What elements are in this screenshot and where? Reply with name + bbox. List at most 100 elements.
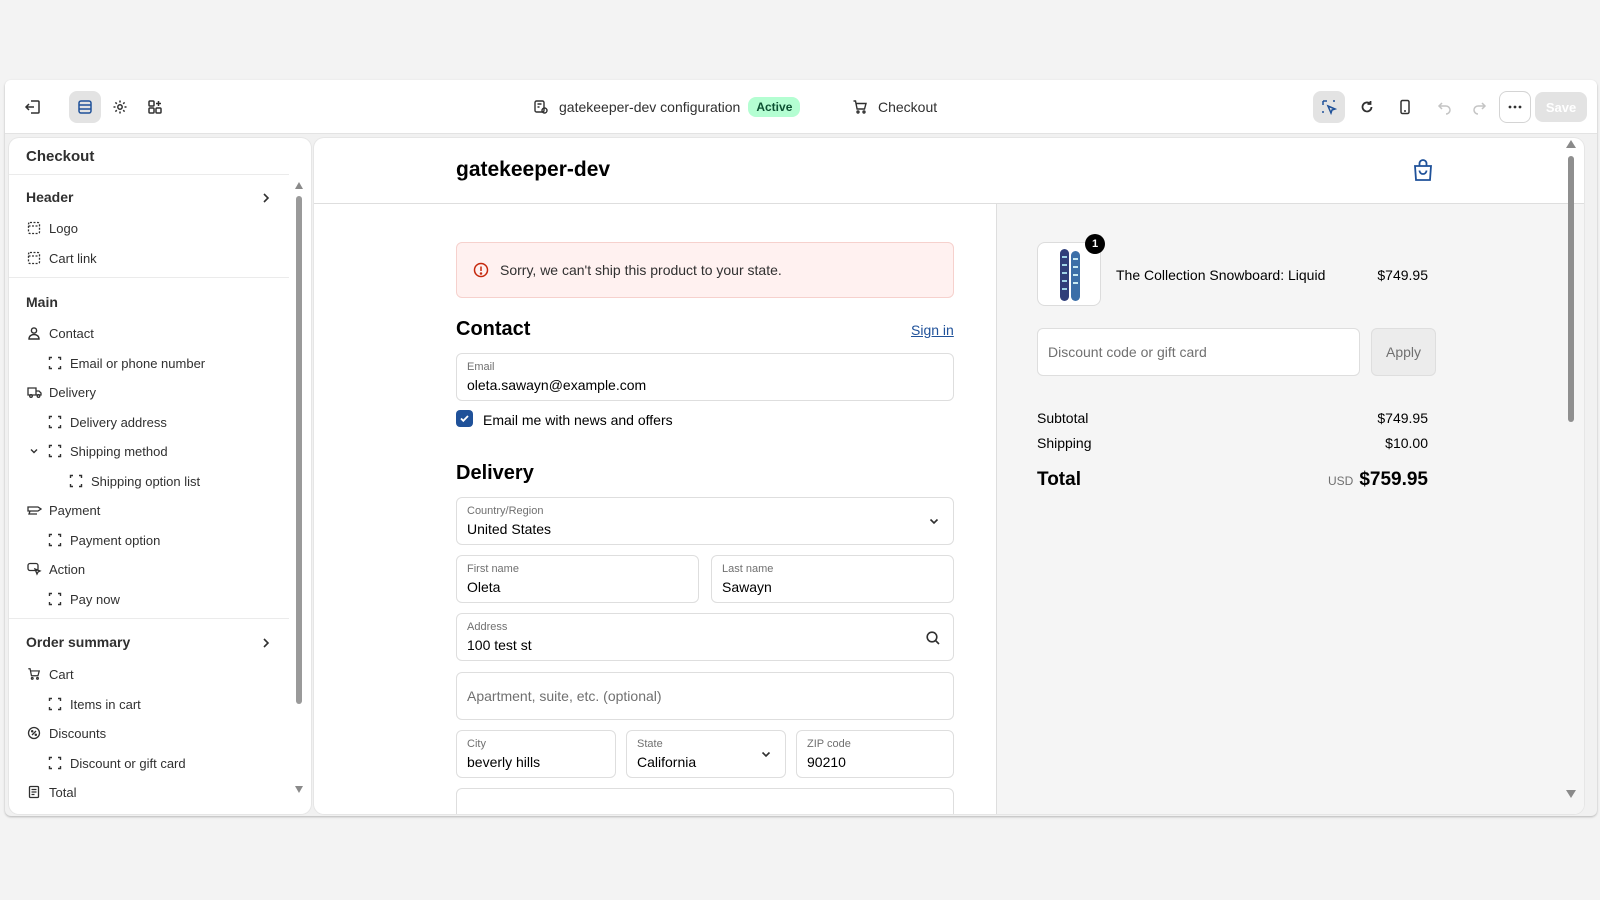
currency-code: USD	[1327, 474, 1354, 488]
inspector-icon[interactable]	[1313, 91, 1345, 123]
sidebar-item-cart[interactable]: Cart	[26, 664, 74, 684]
sidebar-title: Checkout	[26, 148, 95, 165]
apply-button[interactable]: Apply	[1371, 328, 1436, 376]
undo-icon[interactable]	[1429, 91, 1461, 123]
country-select[interactable]: Country/Region United States	[456, 497, 954, 545]
cursor-icon	[26, 561, 42, 577]
contact-heading: Contact	[456, 318, 531, 340]
editor-window: gatekeeper-dev configuration Active Chec…	[5, 80, 1597, 816]
frame-icon	[68, 473, 84, 489]
chevron-down-icon	[759, 747, 773, 766]
page-selector[interactable]: Checkout	[852, 80, 937, 134]
truck-icon	[26, 384, 42, 400]
product-price: $749.95	[1377, 267, 1428, 283]
first-name-field[interactable]: First name Oleta	[456, 555, 699, 603]
discount-icon	[26, 725, 42, 741]
sidebar-item-payment-option[interactable]: Payment option	[47, 530, 160, 550]
frame-icon	[47, 414, 63, 430]
sidebar-item-discount-or-gift-card[interactable]: Discount or gift card	[47, 753, 186, 773]
last-name-field[interactable]: Last name Sawayn	[711, 555, 954, 603]
person-icon	[26, 325, 42, 341]
product-name: The Collection Snowboard: Liquid	[1116, 267, 1326, 283]
sidebar-item-total[interactable]: Total	[26, 782, 76, 802]
sidebar-scrollbar[interactable]	[295, 182, 303, 802]
sidebar-item-cart-link[interactable]: Cart link	[26, 248, 97, 268]
total-label: Total	[1037, 469, 1081, 490]
gear-icon[interactable]	[104, 91, 136, 123]
order-summary-pane: 1 The Collection Snowboard: Liquid $749.…	[996, 204, 1584, 814]
sidebar-item-items-in-cart[interactable]: Items in cart	[47, 694, 141, 714]
frame-icon	[47, 443, 63, 459]
email-field[interactable]: Email oleta.sawayn@example.com	[456, 353, 954, 401]
config-name: gatekeeper-dev configuration	[559, 99, 741, 115]
top-bar: gatekeeper-dev configuration Active Chec…	[5, 80, 1597, 134]
total-amount: USD $759.95	[1328, 469, 1428, 491]
sidebar-section-order-summary[interactable]: Order summary	[26, 634, 130, 650]
sidebar-item-delivery[interactable]: Delivery	[26, 382, 96, 402]
zip-field[interactable]: ZIP code 90210	[796, 730, 954, 778]
page-name: Checkout	[878, 99, 938, 115]
divider	[9, 174, 289, 175]
frame-icon	[47, 696, 63, 712]
newsletter-checkbox[interactable]	[456, 410, 473, 427]
exit-icon[interactable]	[17, 91, 49, 123]
apps-icon[interactable]	[139, 91, 171, 123]
quantity-badge: 1	[1085, 234, 1105, 254]
sidebar-item-action[interactable]: Action	[26, 559, 85, 579]
frame-icon	[47, 355, 63, 371]
total-value: $759.95	[1359, 469, 1428, 490]
delivery-heading: Delivery	[456, 462, 534, 484]
store-config-icon	[533, 99, 549, 115]
discount-code-input[interactable]: Discount code or gift card	[1037, 328, 1360, 376]
refresh-icon[interactable]	[1351, 91, 1383, 123]
block-icon	[26, 250, 42, 266]
cart-icon	[852, 99, 868, 115]
frame-icon	[47, 532, 63, 548]
mobile-icon[interactable]	[1389, 91, 1421, 123]
shipping-label: Shipping	[1037, 435, 1092, 451]
divider	[9, 618, 289, 619]
shipping-error-banner: Sorry, we can't ship this product to you…	[456, 242, 954, 298]
preview-scrollbar[interactable]	[1566, 140, 1576, 812]
config-selector[interactable]: gatekeeper-dev configuration Active	[533, 80, 801, 134]
sidebar-item-logo[interactable]: Logo	[26, 218, 78, 238]
redo-icon[interactable]	[1463, 91, 1495, 123]
store-name[interactable]: gatekeeper-dev	[456, 158, 610, 182]
chevron-down-icon[interactable]	[26, 443, 42, 459]
sidebar-item-payment[interactable]: Payment	[26, 500, 100, 520]
sidebar-item-pay-now[interactable]: Pay now	[47, 589, 120, 609]
sidebar-item-delivery-address[interactable]: Delivery address	[47, 412, 167, 432]
chevron-right-icon[interactable]	[259, 636, 273, 650]
sidebar: Checkout Header Logo Cart link Main Cont…	[9, 138, 311, 814]
sections-icon[interactable]	[69, 91, 101, 123]
address-field[interactable]: Address 100 test st	[456, 613, 954, 661]
next-field[interactable]	[456, 788, 954, 814]
state-select[interactable]: State California	[626, 730, 786, 778]
checkout-header: gatekeeper-dev	[314, 138, 1584, 204]
sign-in-link[interactable]: Sign in	[911, 322, 954, 338]
chevron-down-icon	[927, 514, 941, 533]
sidebar-item-discounts[interactable]: Discounts	[26, 723, 106, 743]
sidebar-section-header[interactable]: Header	[26, 189, 73, 205]
save-button[interactable]: Save	[1535, 92, 1587, 122]
apartment-field[interactable]: Apartment, suite, etc. (optional)	[456, 672, 954, 720]
more-actions-icon[interactable]	[1499, 91, 1531, 123]
chevron-right-icon[interactable]	[259, 191, 273, 205]
divider	[9, 277, 289, 278]
alert-text: Sorry, we can't ship this product to you…	[500, 262, 782, 278]
city-field[interactable]: City beverly hills	[456, 730, 616, 778]
shopping-bag-icon[interactable]	[1412, 158, 1434, 187]
newsletter-label[interactable]: Email me with news and offers	[483, 412, 673, 428]
sidebar-item-email-or-phone[interactable]: Email or phone number	[47, 353, 205, 373]
frame-icon	[47, 755, 63, 771]
sidebar-item-contact[interactable]: Contact	[26, 323, 94, 343]
receipt-icon	[26, 784, 42, 800]
cart-icon	[26, 666, 42, 682]
cash-icon	[26, 502, 42, 518]
shipping-value: $10.00	[1385, 435, 1428, 451]
status-badge: Active	[748, 97, 801, 117]
subtotal-value: $749.95	[1377, 410, 1428, 426]
frame-icon	[47, 591, 63, 607]
sidebar-item-shipping-method[interactable]: Shipping method	[26, 441, 168, 461]
sidebar-item-shipping-option-list[interactable]: Shipping option list	[68, 471, 200, 491]
